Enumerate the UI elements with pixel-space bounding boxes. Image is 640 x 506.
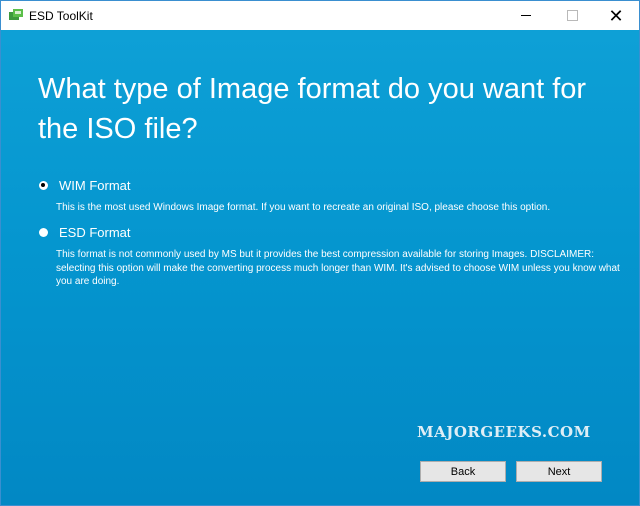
close-button[interactable]: ✕ [593,1,639,30]
minimize-button[interactable] [503,1,549,30]
esd-format-label[interactable]: ESD Format [59,225,131,240]
esd-format-description: This format is not commonly used by MS b… [56,249,620,287]
page-heading: What type of Image format do you want fo… [38,73,587,145]
app-window: ESD ToolKit ✕ What type of Image format … [0,0,640,506]
wizard-content: What type of Image format do you want fo… [1,30,639,505]
esd-format-radio[interactable] [39,228,48,237]
wim-format-label[interactable]: WIM Format [59,178,131,193]
back-button[interactable]: Back [420,461,506,482]
esd-toolkit-icon [9,9,23,20]
majorgeeks-watermark: MAJORGEEKS.COM [417,423,591,441]
wim-format-radio[interactable] [39,181,48,190]
maximize-icon [566,10,578,21]
wim-format-description: This is the most used Windows Image form… [56,202,551,213]
minimize-icon [521,15,531,16]
close-icon: ✕ [608,5,624,26]
title-bar[interactable]: ESD ToolKit ✕ [1,1,639,30]
maximize-button[interactable] [549,1,595,30]
next-button[interactable]: Next [516,461,602,482]
window-title: ESD ToolKit [29,9,93,23]
